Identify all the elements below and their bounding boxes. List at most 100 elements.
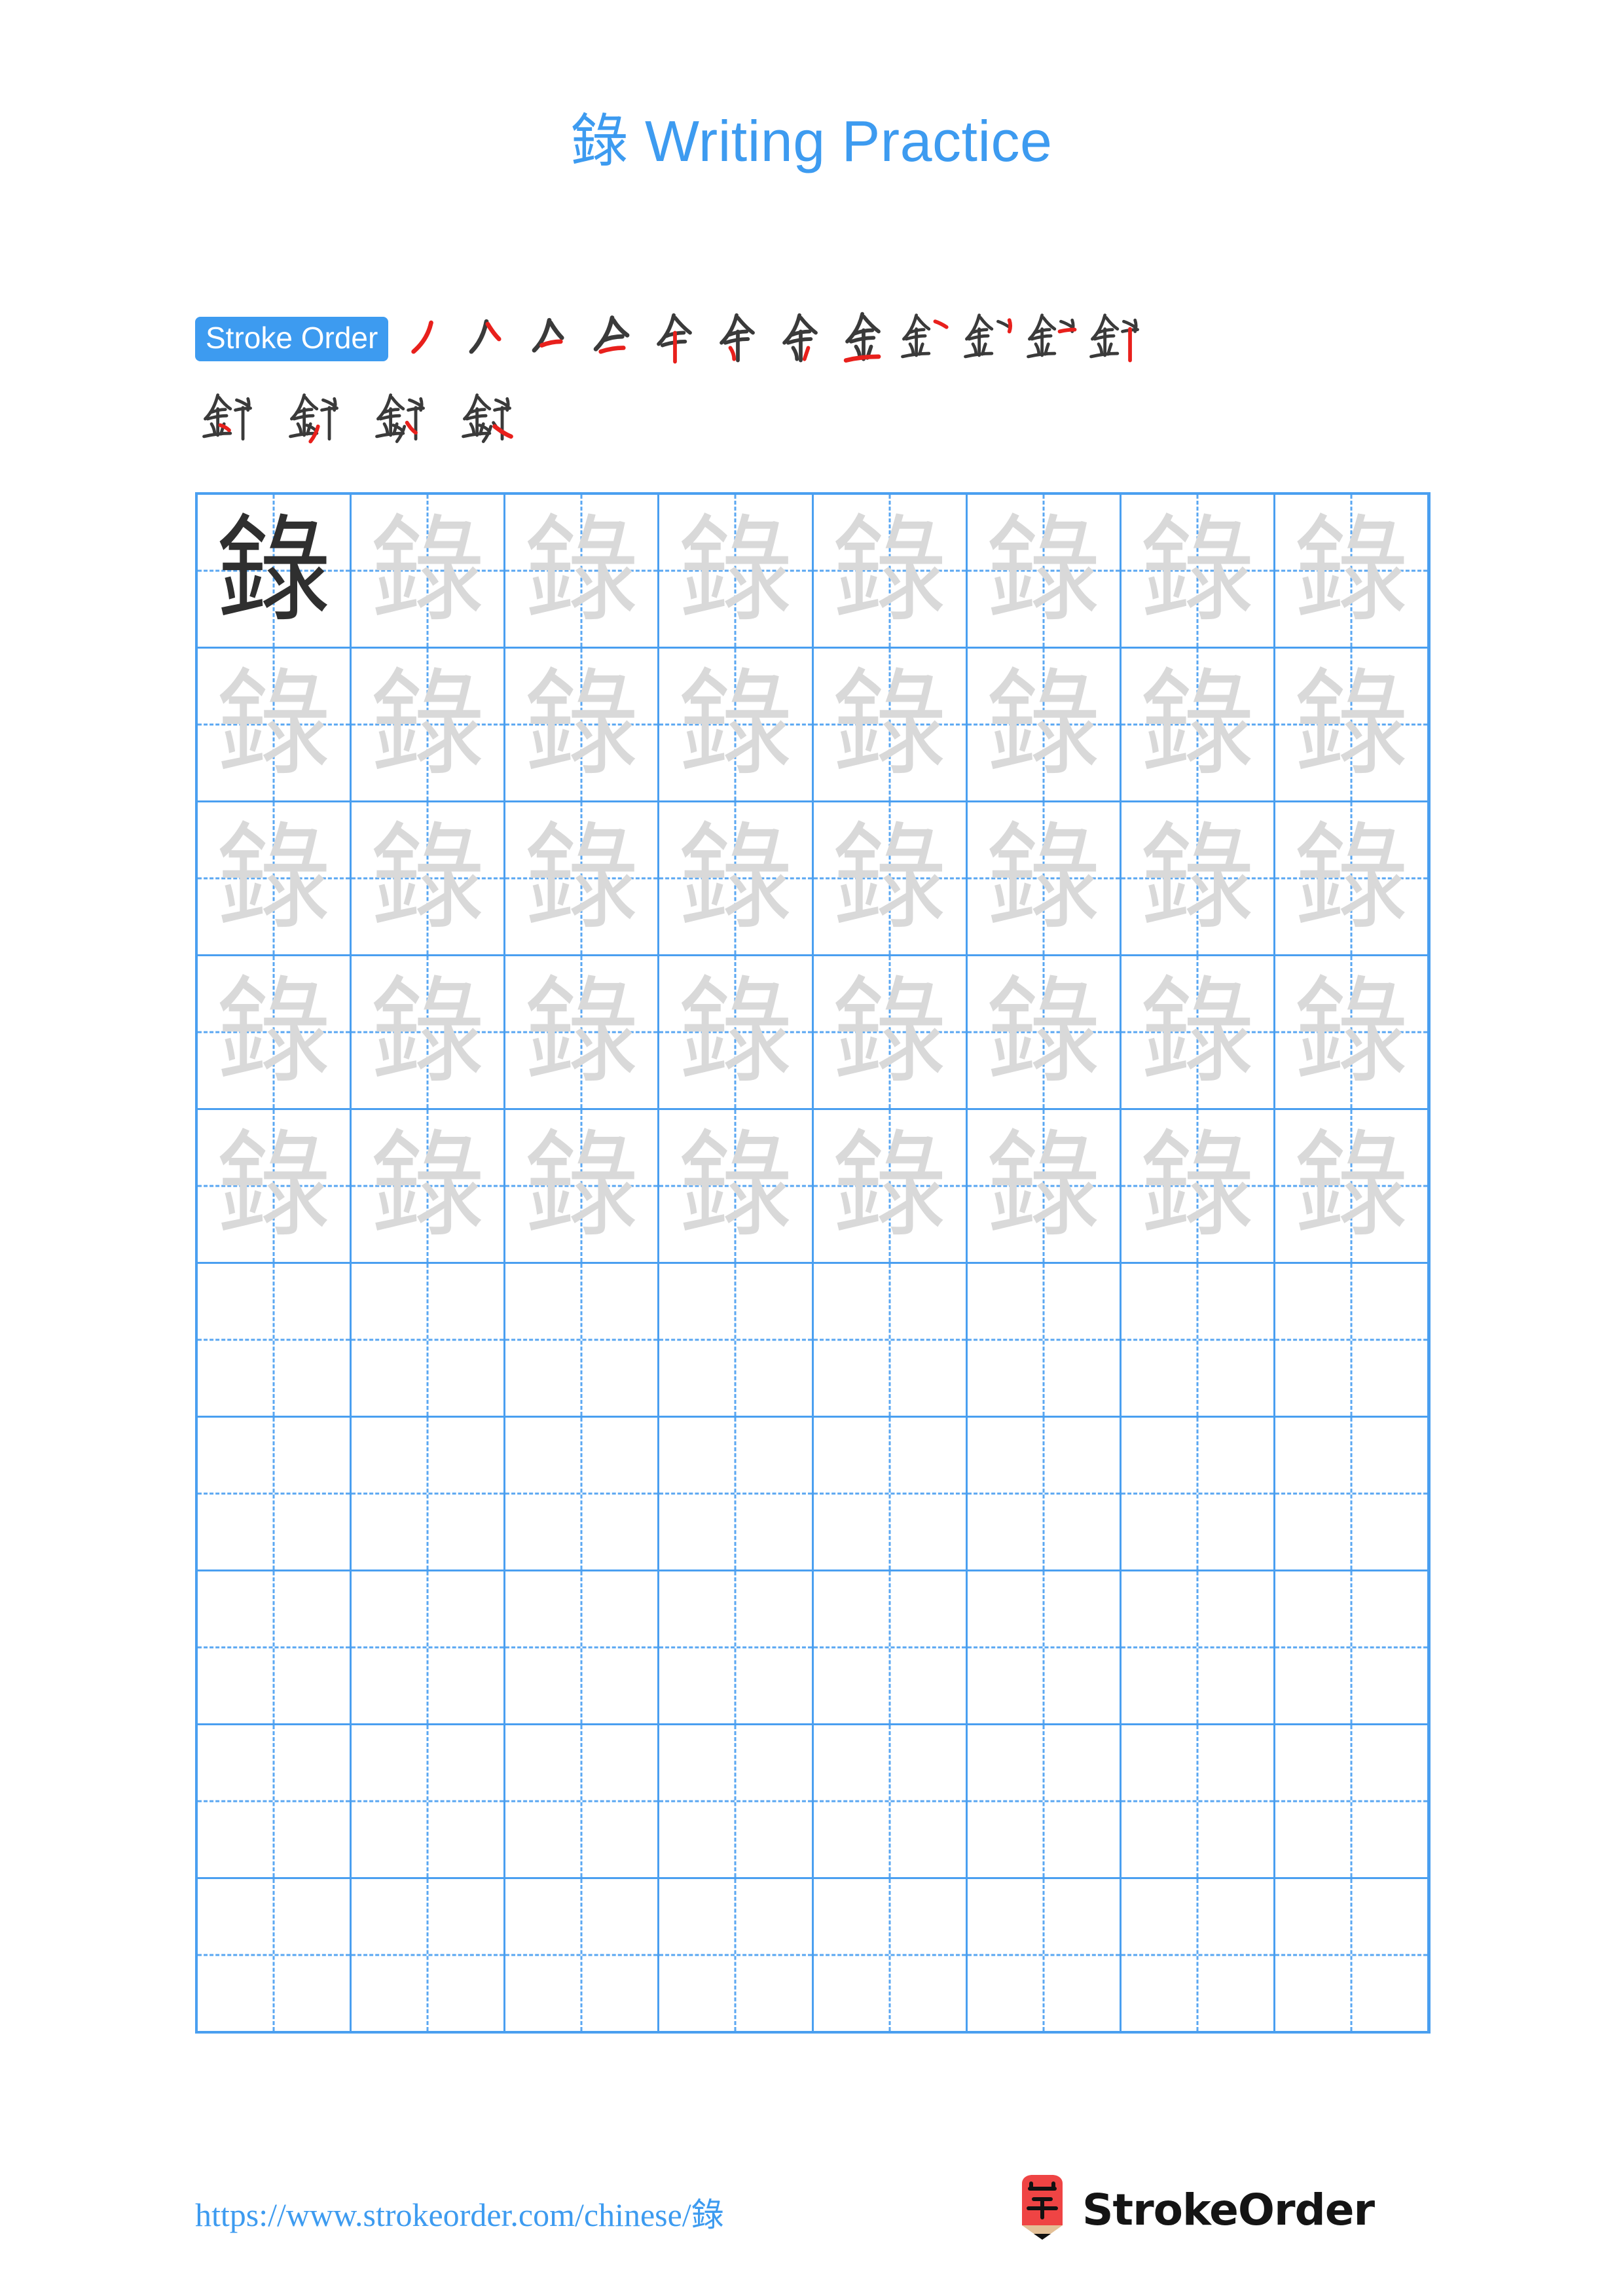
stroke-step-16-icon <box>456 385 519 453</box>
practice-cell[interactable]: 錄 <box>352 649 506 800</box>
practice-cell[interactable]: 錄 <box>198 956 352 1108</box>
practice-cell[interactable] <box>198 1418 352 1570</box>
practice-character: 錄 <box>1293 503 1409 637</box>
practice-cell[interactable] <box>352 1879 506 2031</box>
practice-cell[interactable] <box>1275 1571 1427 1723</box>
practice-cell[interactable]: 錄 <box>968 1110 1122 1262</box>
practice-row: 錄錄錄錄錄錄錄錄 <box>198 649 1427 802</box>
brand-lockup[interactable]: StrokeOrder <box>1017 2174 1375 2245</box>
practice-cell[interactable] <box>659 1418 814 1570</box>
practice-character: 錄 <box>1139 657 1255 791</box>
practice-cell[interactable]: 錄 <box>1275 649 1427 800</box>
practice-cell[interactable] <box>659 1571 814 1723</box>
practice-cell[interactable] <box>968 1418 1122 1570</box>
practice-cell[interactable] <box>1122 1725 1275 1877</box>
practice-cell[interactable] <box>198 1879 352 2031</box>
practice-cell[interactable] <box>814 1571 968 1723</box>
practice-cell[interactable] <box>968 1264 1122 1416</box>
practice-row <box>198 1264 1427 1418</box>
practice-cell[interactable] <box>659 1264 814 1416</box>
practice-cell[interactable] <box>968 1879 1122 2031</box>
practice-cell[interactable]: 錄 <box>505 1110 660 1262</box>
practice-cell[interactable] <box>1122 1571 1275 1723</box>
practice-cell[interactable]: 錄 <box>968 802 1122 954</box>
practice-cell[interactable] <box>198 1571 352 1723</box>
practice-cell[interactable] <box>1122 1264 1275 1416</box>
practice-cell[interactable] <box>1275 1879 1427 2031</box>
practice-character: 錄 <box>1293 811 1409 945</box>
practice-cell[interactable]: 錄 <box>505 649 660 800</box>
practice-cell[interactable] <box>814 1264 968 1416</box>
practice-cell[interactable] <box>1122 1418 1275 1570</box>
practice-cell[interactable]: 錄 <box>1122 495 1275 647</box>
practice-cell[interactable] <box>814 1725 968 1877</box>
practice-cell[interactable]: 錄 <box>1122 802 1275 954</box>
practice-cell[interactable]: 錄 <box>352 802 506 954</box>
practice-character <box>814 1725 966 1877</box>
practice-cell[interactable]: 錄 <box>814 956 968 1108</box>
practice-cell[interactable]: 錄 <box>1275 802 1427 954</box>
practice-cell[interactable] <box>814 1879 968 2031</box>
practice-character <box>1275 1571 1427 1723</box>
practice-cell[interactable]: 錄 <box>1122 1110 1275 1262</box>
practice-cell[interactable]: 錄 <box>968 956 1122 1108</box>
practice-cell[interactable] <box>198 1725 352 1877</box>
practice-character <box>1275 1879 1427 2031</box>
practice-cell[interactable]: 錄 <box>659 1110 814 1262</box>
practice-cell[interactable] <box>505 1725 660 1877</box>
stroke-step-11-icon <box>1021 305 1084 373</box>
practice-cell[interactable]: 錄 <box>659 649 814 800</box>
practice-cell[interactable]: 錄 <box>814 649 968 800</box>
practice-cell[interactable]: 錄 <box>814 495 968 647</box>
practice-cell[interactable]: 錄 <box>352 956 506 1108</box>
practice-cell[interactable]: 錄 <box>198 802 352 954</box>
practice-cell[interactable]: 錄 <box>659 802 814 954</box>
practice-cell[interactable] <box>659 1879 814 2031</box>
practice-cell[interactable]: 錄 <box>352 1110 506 1262</box>
practice-cell[interactable] <box>352 1571 506 1723</box>
practice-cell[interactable]: 錄 <box>1122 956 1275 1108</box>
practice-cell[interactable]: 錄 <box>1275 495 1427 647</box>
practice-cell[interactable]: 錄 <box>198 649 352 800</box>
practice-character: 錄 <box>1139 811 1255 945</box>
practice-cell[interactable] <box>814 1418 968 1570</box>
practice-cell[interactable] <box>1275 1264 1427 1416</box>
practice-cell[interactable]: 錄 <box>198 495 352 647</box>
practice-cell[interactable] <box>659 1725 814 1877</box>
practice-cell[interactable]: 錄 <box>505 956 660 1108</box>
practice-cell[interactable]: 錄 <box>814 1110 968 1262</box>
practice-cell[interactable] <box>198 1264 352 1416</box>
practice-cell[interactable]: 錄 <box>659 495 814 647</box>
practice-cell[interactable]: 錄 <box>968 495 1122 647</box>
practice-cell[interactable] <box>968 1571 1122 1723</box>
practice-cell[interactable]: 錄 <box>968 649 1122 800</box>
footer-url-link[interactable]: https://www.strokeorder.com/chinese/錄 <box>195 2189 724 2236</box>
practice-cell[interactable] <box>505 1418 660 1570</box>
practice-cell[interactable] <box>505 1879 660 2031</box>
practice-cell[interactable] <box>968 1725 1122 1877</box>
practice-cell[interactable]: 錄 <box>1275 1110 1427 1262</box>
practice-character: 錄 <box>831 811 947 945</box>
practice-cell[interactable]: 錄 <box>1275 956 1427 1108</box>
practice-cell[interactable]: 錄 <box>505 495 660 647</box>
practice-cell[interactable] <box>352 1725 506 1877</box>
practice-row <box>198 1725 1427 1879</box>
stroke-step-15-icon <box>369 385 432 453</box>
practice-character: 錄 <box>678 1119 793 1253</box>
practice-cell[interactable]: 錄 <box>198 1110 352 1262</box>
practice-cell[interactable] <box>1122 1879 1275 2031</box>
stroke-step-3-icon <box>518 305 581 373</box>
practice-cell[interactable] <box>1275 1418 1427 1570</box>
practice-cell[interactable]: 錄 <box>505 802 660 954</box>
practice-cell[interactable] <box>1275 1725 1427 1877</box>
practice-cell[interactable] <box>505 1264 660 1416</box>
practice-cell[interactable]: 錄 <box>352 495 506 647</box>
practice-cell[interactable] <box>352 1418 506 1570</box>
practice-cell[interactable]: 錄 <box>1122 649 1275 800</box>
practice-cell[interactable] <box>505 1571 660 1723</box>
stroke-step-6-icon <box>706 305 769 373</box>
practice-cell[interactable] <box>352 1264 506 1416</box>
practice-cell[interactable]: 錄 <box>659 956 814 1108</box>
practice-character <box>198 1879 350 2031</box>
practice-cell[interactable]: 錄 <box>814 802 968 954</box>
